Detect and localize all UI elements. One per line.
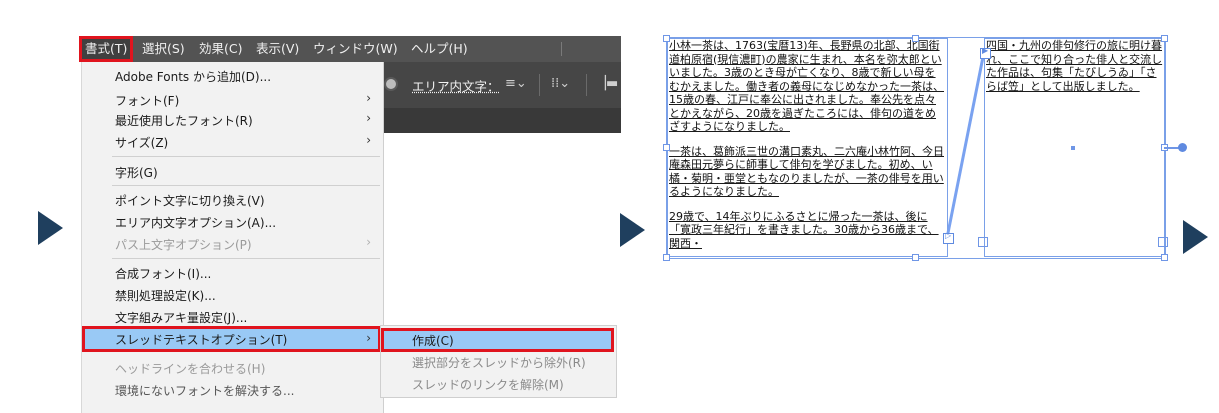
resize-handle[interactable] <box>912 35 919 42</box>
menu-item-resolve-fonts[interactable]: 環境にないフォントを解決する... <box>82 378 381 402</box>
column-guide-marker <box>1158 237 1168 247</box>
chevron-right-icon: › <box>366 91 371 105</box>
menu-help[interactable]: ヘルプ(H) <box>411 36 468 62</box>
align-left-icon[interactable]: ▕▬ <box>596 76 618 91</box>
chevron-right-icon: › <box>366 133 371 147</box>
area-type-widget-line <box>1164 147 1179 149</box>
menu-item-convert-point-type[interactable]: ポイント文字に切り換え(V) <box>82 188 381 212</box>
resize-handle[interactable] <box>1161 254 1168 261</box>
menu-item-fit-headline: ヘッドラインを合わせる(H) <box>115 362 266 376</box>
resize-handle[interactable] <box>912 254 919 261</box>
column-guide-marker <box>978 237 988 247</box>
toolbar-divider <box>586 74 587 96</box>
control-bar: エリア内文字： ≡⌄ ⁞⁞⌄ ▕▬ <box>381 62 621 108</box>
resize-handle[interactable] <box>663 35 670 42</box>
columns-grid-icon[interactable]: ⁞⁞⌄ <box>551 76 570 91</box>
menu-select[interactable]: 選択(S) <box>142 36 185 62</box>
menu-item-glyphs[interactable]: 字形(G) <box>82 160 381 184</box>
in-port-icon[interactable]: ▶ <box>980 46 991 59</box>
step-arrow-2 <box>620 213 645 247</box>
step-arrow-1 <box>38 211 63 245</box>
menu-item-remove-threading: スレッドのリンクを解除(M) <box>412 378 564 392</box>
menu-window[interactable]: ウィンドウ(W) <box>313 36 398 62</box>
menu-type[interactable]: 書式(T) <box>79 36 134 62</box>
menu-item-recent-fonts[interactable]: 最近使用したフォント(R) › <box>82 108 381 132</box>
menu-item-kinsoku[interactable]: 禁則処理設定(K)... <box>82 283 381 307</box>
resize-handle[interactable] <box>1161 35 1168 42</box>
menu-bar: 書式(T) 選択(S) 効果(C) 表示(V) ウィンドウ(W) ヘルプ(H) <box>79 36 621 62</box>
menu-divider <box>112 185 380 186</box>
area-type-widget-handle[interactable] <box>1178 143 1187 152</box>
resize-handle[interactable] <box>663 144 670 151</box>
resize-handle[interactable] <box>663 254 670 261</box>
chevron-right-icon: › <box>366 235 371 249</box>
panel-strip <box>381 108 621 133</box>
menu-item-size[interactable]: サイズ(Z) › <box>82 130 381 154</box>
menubar-divider <box>561 42 562 56</box>
out-port-icon[interactable]: ▷ <box>943 231 954 244</box>
center-point <box>1071 146 1075 150</box>
thread-link-line <box>945 51 986 239</box>
menu-view[interactable]: 表示(V) <box>256 36 299 62</box>
step-arrow-3 <box>1183 220 1208 254</box>
menu-divider <box>112 258 380 259</box>
opacity-icon[interactable] <box>384 77 398 91</box>
menu-item-area-type-options[interactable]: エリア内文字オプション(A)... <box>82 210 381 234</box>
menu-item-composite-fonts[interactable]: 合成フォント(I)... <box>82 261 381 285</box>
frame1-paragraph: 一茶は、葛飾派三世の溝口素丸、二六庵小林竹阿、今日庵森田元夢らに師事して俳句を学… <box>669 144 944 199</box>
menu-item-threaded-text[interactable]: スレッドテキストオプション(T) › <box>82 326 381 352</box>
thread-submenu: 作成(C) 選択部分をスレッドから除外(R) スレッドのリンクを解除(M) <box>380 325 617 398</box>
type-menu: Adobe Fonts から追加(D)... フォント(F) › 最近使用したフォ… <box>81 62 384 413</box>
text-frame-1[interactable]: 小林一茶は、1763(宝暦13)年、長野県の北部、北国街道柏原宿(現信濃町)の農… <box>667 38 948 257</box>
toolbar-divider <box>539 74 540 96</box>
menu-item-release-selection: 選択部分をスレッドから除外(R) <box>412 356 586 370</box>
frame2-paragraph: 四国・九州の俳句修行の旅に明け暮れ、ここで知り合った俳人と交流した作品は、句集「… <box>986 39 1163 93</box>
frame1-paragraph: 29歳で、14年ぶりにふるさとに帰った一茶は、後に「寛政三年紀行」を書きました。… <box>669 209 939 250</box>
chevron-right-icon: › <box>366 111 371 125</box>
frame1-paragraph: 小林一茶は、1763(宝暦13)年、長野県の北部、北国街道柏原宿(現信濃町)の農… <box>669 39 944 133</box>
menu-effect[interactable]: 効果(C) <box>199 36 242 62</box>
menu-item-create-thread[interactable]: 作成(C) <box>381 328 614 352</box>
area-type-options-link[interactable]: エリア内文字： <box>412 76 500 95</box>
menu-item-adobe-fonts[interactable]: Adobe Fonts から追加(D)... <box>82 64 381 88</box>
align-lines-icon[interactable]: ≡⌄ <box>505 76 527 91</box>
menu-divider <box>112 156 380 157</box>
menu-item-path-type-options: パス上文字オプション(P) › <box>115 235 371 252</box>
chevron-right-icon: › <box>366 331 371 345</box>
